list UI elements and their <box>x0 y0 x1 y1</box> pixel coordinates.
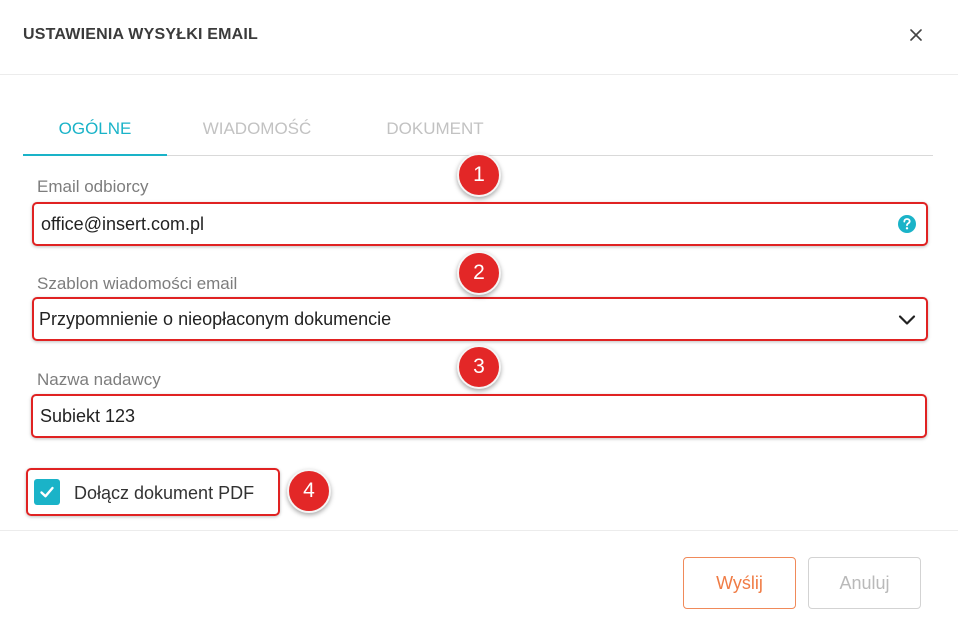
recipient-label: Email odbiorcy <box>37 177 149 196</box>
chevron-down-icon <box>898 315 916 325</box>
attach-pdf-label: Dołącz dokument PDF <box>74 483 255 503</box>
template-select[interactable]: Przypomnienie o nieopłaconym dokumencie <box>32 297 928 341</box>
template-label: Szablon wiadomości email <box>37 274 238 293</box>
sender-label: Nazwa nadawcy <box>37 370 161 389</box>
recipient-email-field[interactable]: office@insert.com.pl <box>32 202 928 246</box>
recipient-email-value: office@insert.com.pl <box>41 214 205 234</box>
attach-pdf-option[interactable]: Dołącz dokument PDF <box>26 468 280 516</box>
send-button[interactable]: Wyślij <box>683 557 796 609</box>
footer-divider <box>0 530 958 531</box>
sender-name-value: Subiekt 123 <box>40 406 136 426</box>
dialog-header: USTAWIENIA WYSYŁKI EMAIL <box>0 0 958 75</box>
tab-general[interactable]: OGÓLNE <box>23 112 167 156</box>
annotation-badge-3: 3 <box>457 345 501 389</box>
dialog-title: USTAWIENIA WYSYŁKI EMAIL <box>23 26 259 43</box>
cancel-button[interactable]: Anuluj <box>808 557 921 609</box>
sender-name-field[interactable]: Subiekt 123 <box>31 394 927 438</box>
annotation-badge-1: 1 <box>457 153 501 197</box>
help-icon[interactable] <box>897 214 917 234</box>
tab-document[interactable]: DOKUMENT <box>365 112 505 155</box>
close-button[interactable] <box>905 24 927 46</box>
annotation-badge-2: 2 <box>457 251 501 295</box>
tab-bar: OGÓLNE WIADOMOŚĆ DOKUMENT <box>23 112 933 156</box>
template-value: Przypomnienie o nieopłaconym dokumencie <box>39 309 392 329</box>
annotation-badge-4: 4 <box>287 469 331 513</box>
close-icon <box>910 29 922 41</box>
tab-message[interactable]: WIADOMOŚĆ <box>183 112 331 155</box>
check-icon <box>40 486 54 498</box>
attach-pdf-checkbox[interactable] <box>34 479 60 505</box>
